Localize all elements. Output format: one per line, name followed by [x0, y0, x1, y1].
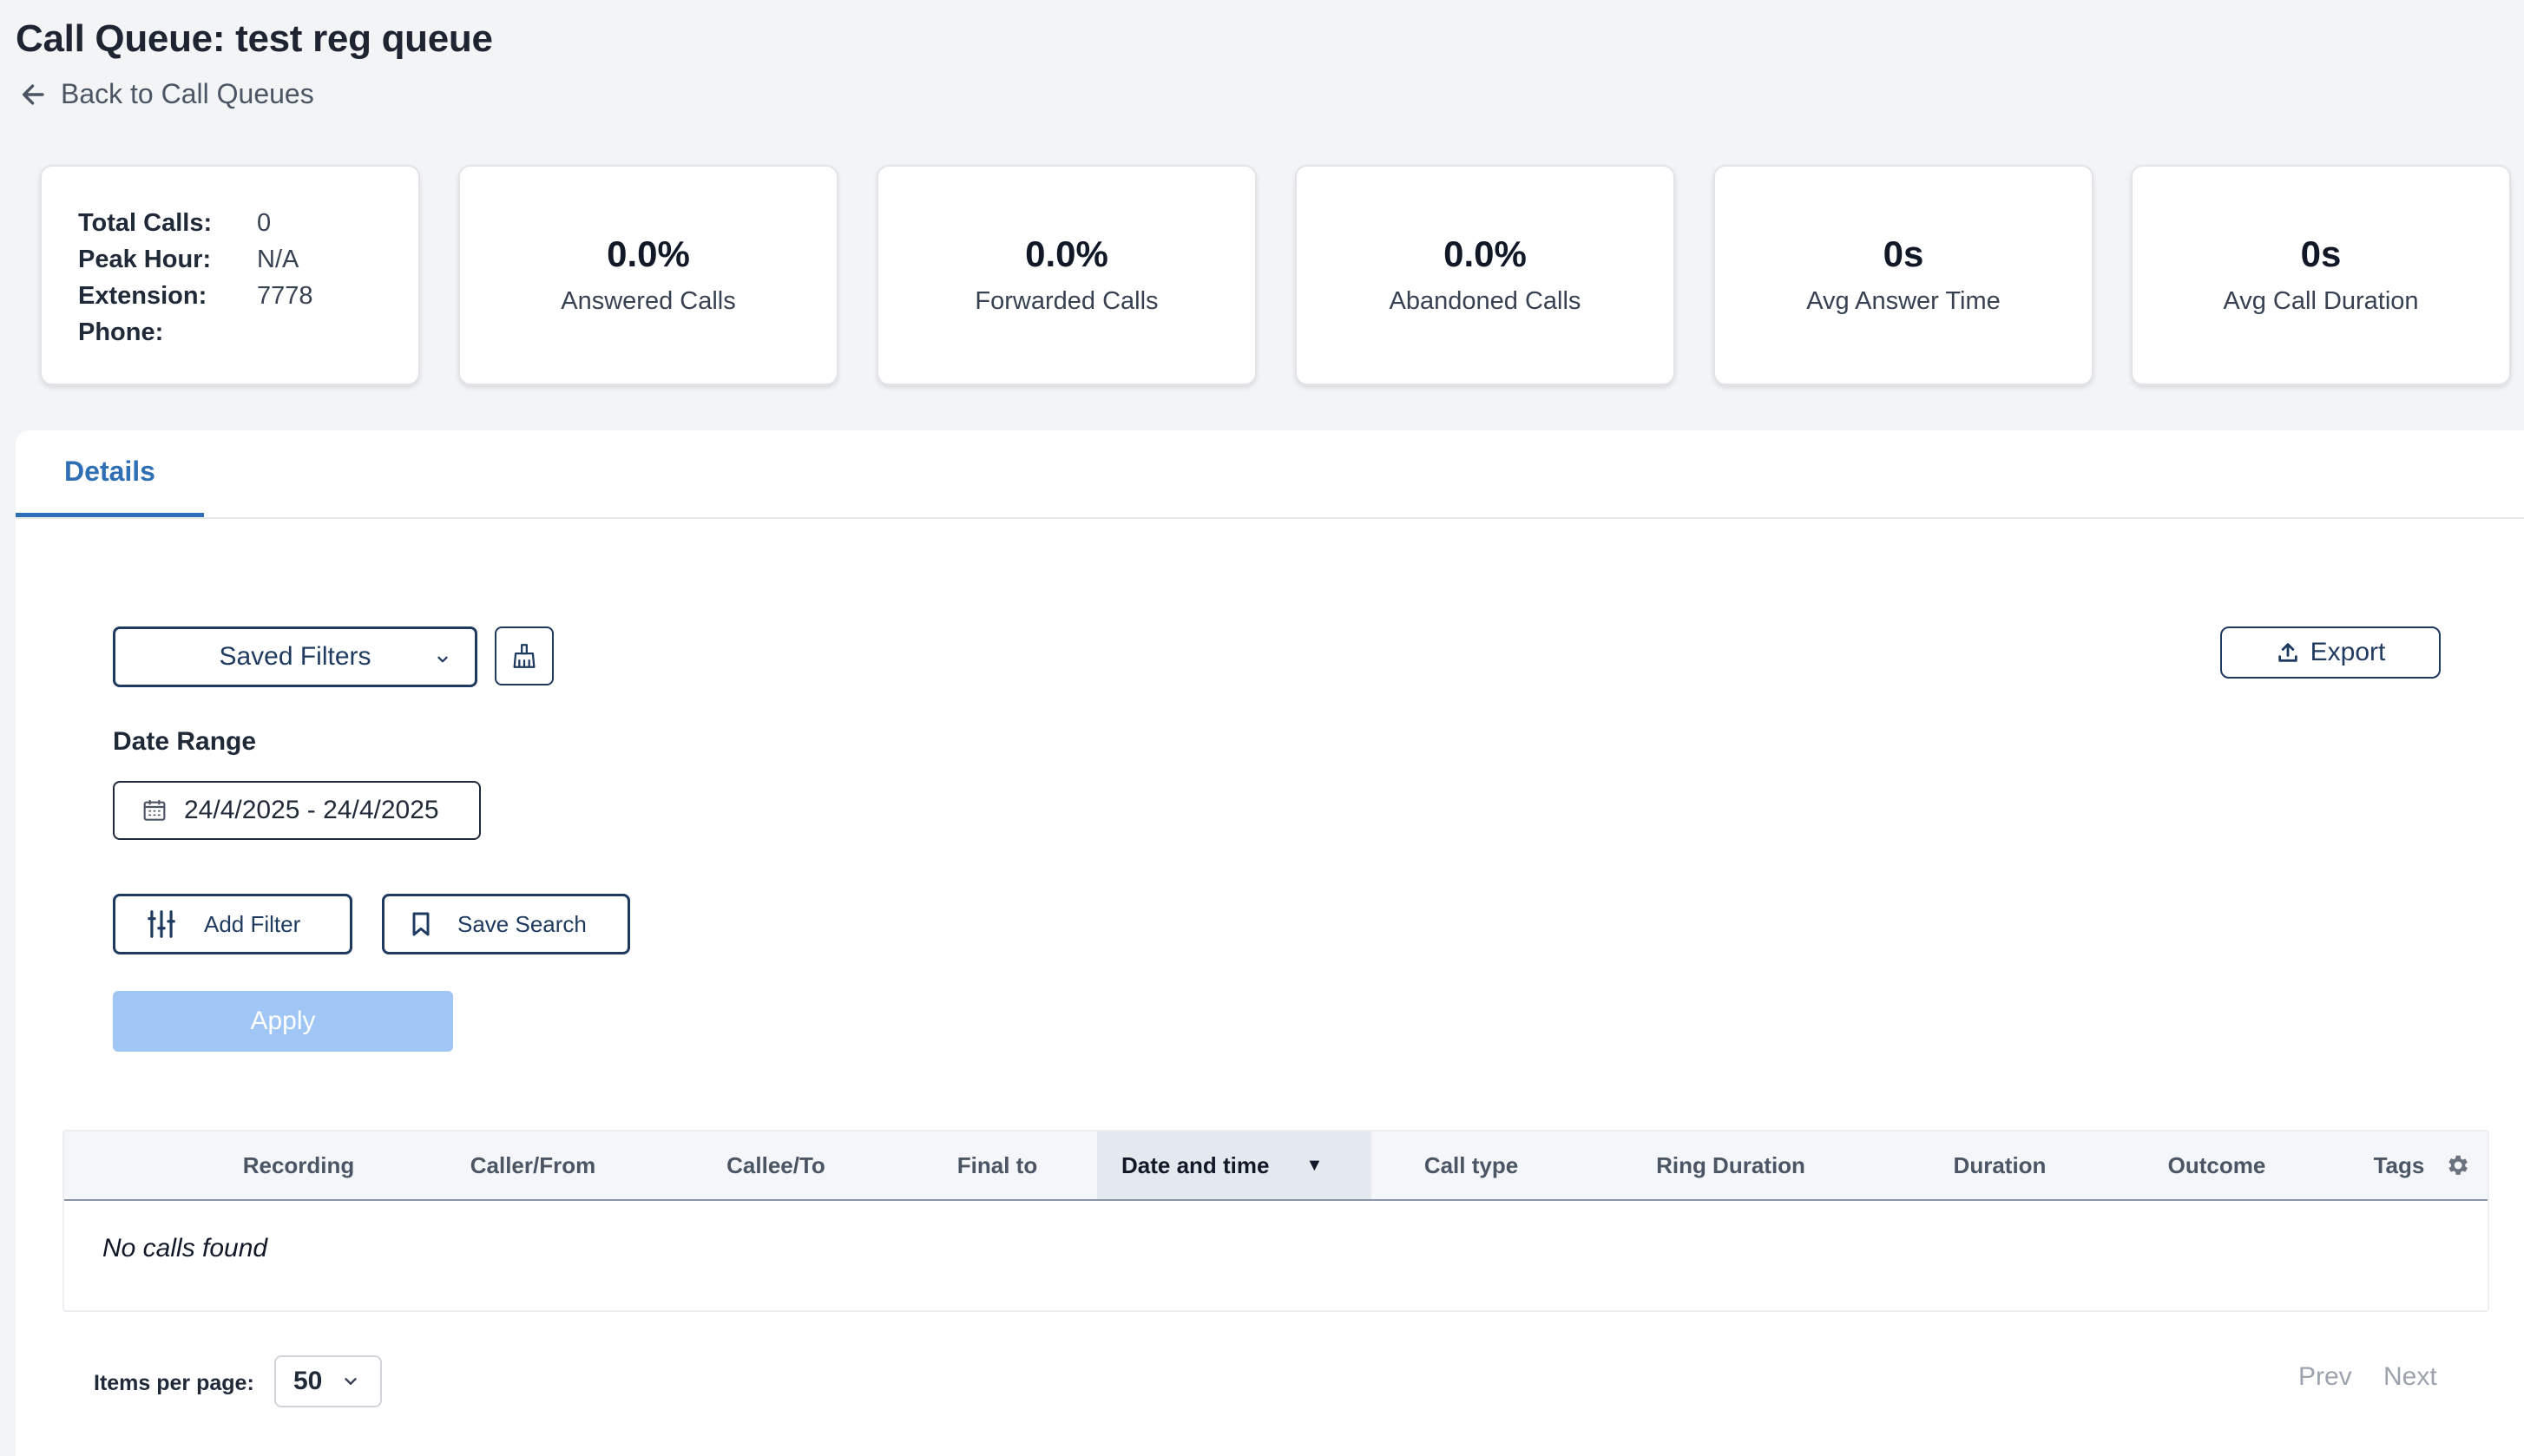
table-header: Recording Caller/From Callee/To Final to…: [64, 1131, 2488, 1201]
chevron-down-icon: [345, 1378, 358, 1385]
chevron-down-icon: [437, 656, 448, 663]
items-per-page-label: Items per page:: [94, 1371, 254, 1395]
items-per-page-select[interactable]: 50: [274, 1355, 382, 1407]
date-range-value: 24/4/2025 - 24/4/2025: [184, 796, 439, 824]
broom-icon: [513, 644, 536, 668]
column-header-callee-to[interactable]: Callee/To: [663, 1131, 889, 1199]
export-label: Export: [2310, 638, 2386, 666]
save-search-button[interactable]: Save Search: [382, 894, 630, 954]
info-key: Peak Hour:: [78, 246, 212, 273]
page-title: Call Queue: test reg queue: [16, 17, 493, 60]
calls-table: Recording Caller/From Callee/To Final to…: [62, 1130, 2489, 1312]
bookmark-icon: [412, 912, 430, 936]
info-key: Total Calls:: [78, 209, 213, 237]
stat-value: 0s: [2300, 233, 2342, 275]
back-to-call-queues-link[interactable]: Back to Call Queues: [19, 78, 314, 110]
stat-card-avg-answer-time: 0s Avg Answer Time: [1713, 165, 2093, 385]
stat-card-answered-calls: 0.0% Answered Calls: [458, 165, 838, 385]
info-value: 7778: [257, 282, 313, 310]
details-panel: Details Saved Filters Export Date Range …: [16, 430, 2524, 1456]
stat-label: Avg Call Duration: [2223, 286, 2419, 315]
date-range-label: Date Range: [113, 727, 257, 756]
info-value: 0: [257, 209, 272, 237]
info-row-extension: Extension: 7778: [78, 278, 418, 314]
column-header-caller-from[interactable]: Caller/From: [411, 1131, 654, 1199]
column-header-call-type[interactable]: Call type: [1371, 1131, 1571, 1199]
back-link-label: Back to Call Queues: [61, 78, 314, 109]
stat-value: 0.0%: [607, 233, 690, 275]
tab-bar: Details: [16, 430, 2524, 519]
queue-info-card: Total Calls: 0 Peak Hour: N/A Extension:…: [40, 165, 420, 385]
date-range-picker[interactable]: 24/4/2025 - 24/4/2025: [113, 781, 481, 840]
clear-filters-button[interactable]: [495, 626, 554, 685]
info-key: Phone:: [78, 318, 164, 346]
upload-icon: [2278, 643, 2297, 662]
stat-label: Abandoned Calls: [1389, 286, 1581, 315]
stat-card-forwarded-calls: 0.0% Forwarded Calls: [877, 165, 1257, 385]
stat-value: 0s: [1883, 233, 1924, 275]
column-header-date-and-time[interactable]: Date and time ▼: [1097, 1131, 1371, 1199]
add-filter-button[interactable]: Add Filter: [113, 894, 352, 954]
sort-desc-icon: ▼: [1305, 1155, 1324, 1175]
gear-icon[interactable]: [2444, 1152, 2470, 1178]
arrow-left-icon: [22, 83, 44, 105]
next-page-button[interactable]: Next: [2383, 1362, 2437, 1392]
info-row-phone: Phone:: [78, 314, 418, 351]
apply-button[interactable]: Apply: [113, 991, 453, 1052]
column-header-recording[interactable]: Recording: [194, 1131, 403, 1199]
info-row-peak-hour: Peak Hour: N/A: [78, 241, 418, 278]
calendar-icon: [143, 800, 166, 821]
items-per-page-value: 50: [293, 1367, 323, 1395]
column-header-final-to[interactable]: Final to: [897, 1131, 1097, 1199]
stat-card-avg-call-duration: 0s Avg Call Duration: [2131, 165, 2511, 385]
column-header-ring-duration[interactable]: Ring Duration: [1592, 1131, 1870, 1199]
tab-details[interactable]: Details: [16, 430, 204, 517]
stat-value: 0.0%: [1443, 233, 1527, 275]
info-value: N/A: [257, 246, 299, 273]
prev-page-button[interactable]: Prev: [2298, 1362, 2352, 1392]
info-key: Extension:: [78, 282, 207, 310]
stat-card-abandoned-calls: 0.0% Abandoned Calls: [1295, 165, 1675, 385]
column-header-label: Date and time: [1121, 1151, 1270, 1178]
info-row-total-calls: Total Calls: 0: [78, 205, 418, 241]
sliders-icon: [148, 910, 175, 938]
stat-label: Answered Calls: [561, 286, 736, 315]
saved-filters-dropdown[interactable]: Saved Filters: [113, 626, 477, 687]
saved-filters-label: Saved Filters: [219, 642, 371, 671]
stat-value: 0.0%: [1025, 233, 1108, 275]
save-search-label: Save Search: [457, 910, 587, 937]
empty-table-message: No calls found: [102, 1234, 268, 1263]
stat-label: Avg Answer Time: [1806, 286, 2001, 315]
add-filter-label: Add Filter: [204, 910, 301, 937]
export-button[interactable]: Export: [2220, 626, 2441, 679]
stat-label: Forwarded Calls: [975, 286, 1159, 315]
